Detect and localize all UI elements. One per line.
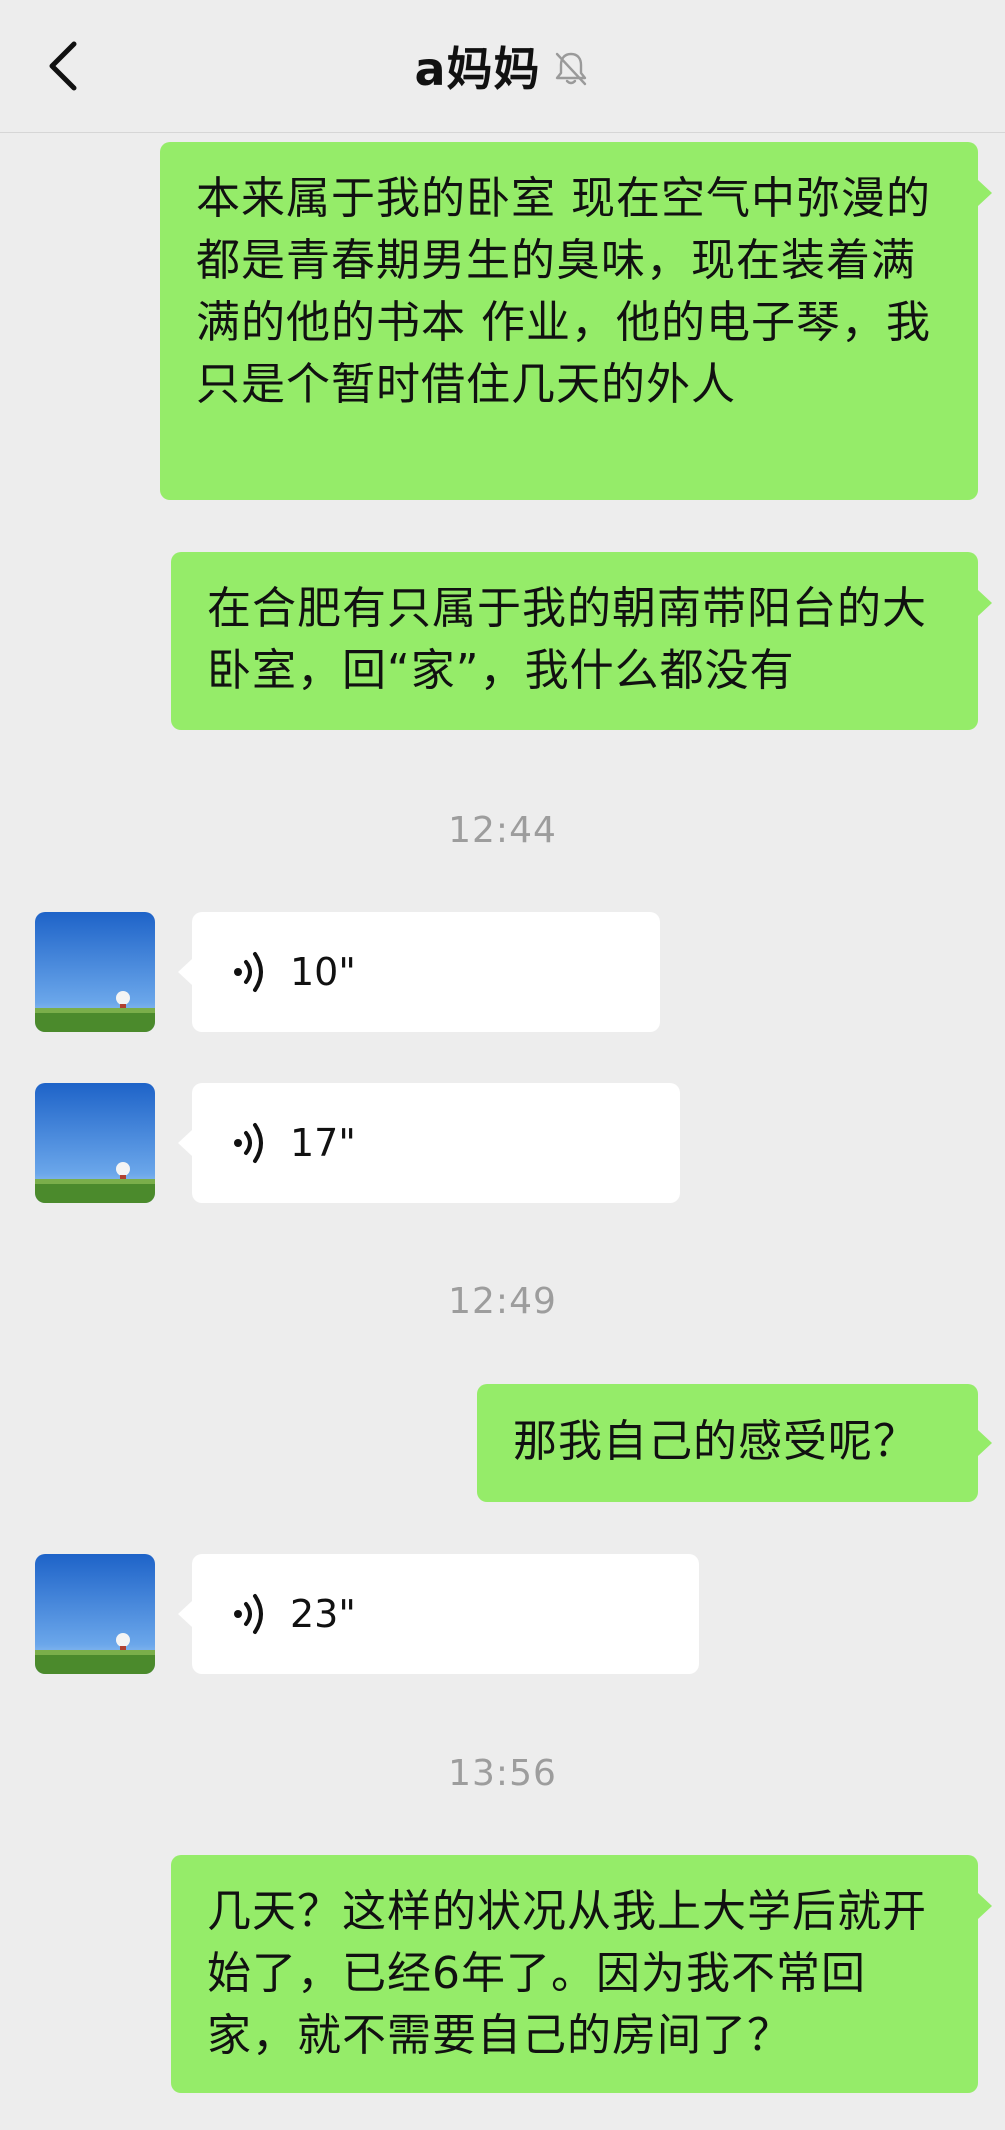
message-text: 在合肥有只属于我的朝南带阳台的大卧室，回“家”，我什么都没有 xyxy=(207,583,927,696)
voice-message-bubble[interactable]: 10" xyxy=(178,912,660,1032)
outgoing-message-bubble[interactable]: 本来属于我的卧室 现在空气中弥漫的都是青春期男生的臭味，现在装着满满的他的书本 … xyxy=(160,142,992,500)
outgoing-message-bubble[interactable]: 在合肥有只属于我的朝南带阳台的大卧室，回“家”，我什么都没有 xyxy=(171,552,992,730)
avatar[interactable] xyxy=(35,912,155,1032)
bell-off-icon xyxy=(555,52,586,86)
bubble-tail xyxy=(178,1601,192,1627)
voice-duration: 10" xyxy=(290,950,356,994)
message-text: 本来属于我的卧室 现在空气中弥漫的都是青春期男生的臭味，现在装着满满的他的书本 … xyxy=(196,173,931,410)
avatar[interactable] xyxy=(35,1083,155,1203)
chat-header: a妈妈 xyxy=(0,0,1005,133)
timestamp: 13:56 xyxy=(448,1753,557,1794)
avatar-image xyxy=(35,1554,155,1674)
voice-duration: 17" xyxy=(290,1121,356,1165)
message-text: 那我自己的感受呢？ xyxy=(513,1416,918,1467)
timestamp: 12:49 xyxy=(448,1281,557,1322)
bubble-tail xyxy=(978,180,992,206)
voice-wave-icon xyxy=(234,1123,263,1163)
voice-duration: 23" xyxy=(290,1592,356,1636)
outgoing-message-bubble[interactable]: 那我自己的感受呢？ xyxy=(477,1384,992,1502)
voice-wave-icon xyxy=(234,1594,263,1634)
timestamp: 12:44 xyxy=(448,810,557,851)
voice-message-bubble[interactable]: 23" xyxy=(178,1554,699,1674)
message-text: 几天？这样的状况从我上大学后就开始了，已经6年了。因为我不常回家，就不需要自己的… xyxy=(207,1886,927,2061)
bubble-tail xyxy=(178,1130,192,1156)
chat-title: a妈妈 xyxy=(414,42,541,96)
bubble-tail xyxy=(178,959,192,985)
avatar[interactable] xyxy=(35,1554,155,1674)
avatar-image xyxy=(35,1083,155,1203)
bubble-tail xyxy=(978,1430,992,1456)
title-group: a妈妈 xyxy=(0,36,1005,96)
voice-wave-icon xyxy=(234,952,263,992)
bubble-tail xyxy=(978,590,992,616)
bubble-tail xyxy=(978,1893,992,1919)
voice-message-bubble[interactable]: 17" xyxy=(178,1083,680,1203)
avatar-image xyxy=(35,912,155,1032)
outgoing-message-bubble[interactable]: 几天？这样的状况从我上大学后就开始了，已经6年了。因为我不常回家，就不需要自己的… xyxy=(171,1855,992,2093)
